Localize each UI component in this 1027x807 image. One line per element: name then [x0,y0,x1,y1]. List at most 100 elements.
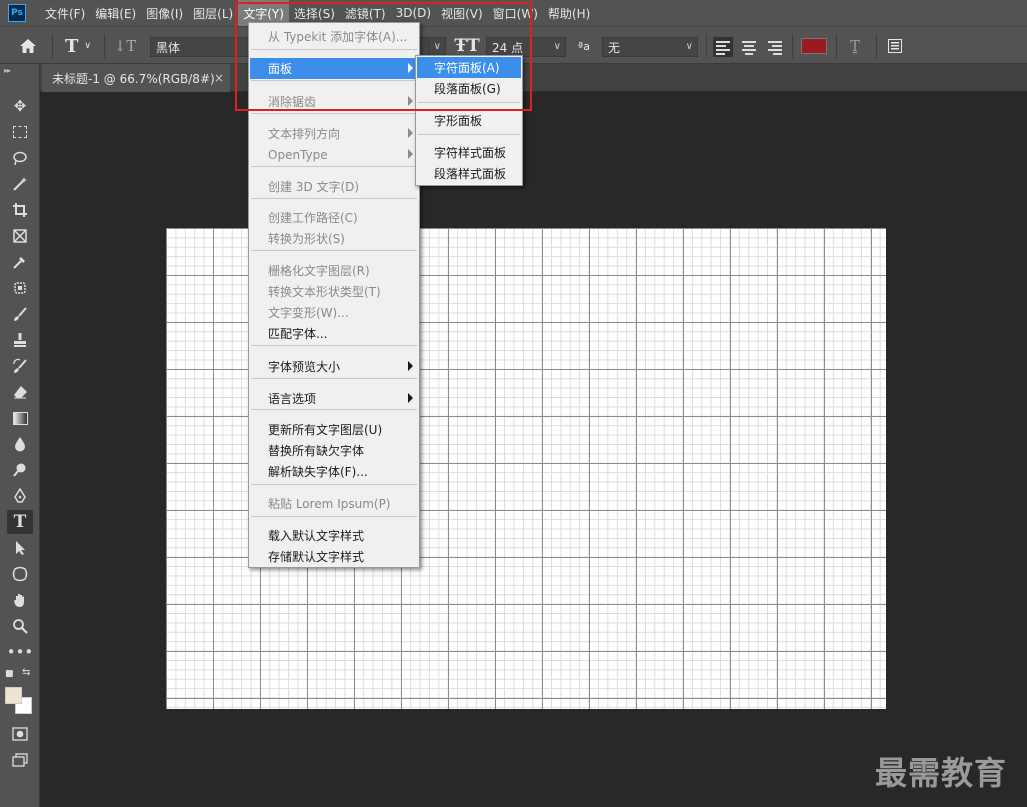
photoshop-logo-icon: Ps [8,4,26,22]
menu-item-label: 转换为形状(S) [268,232,345,246]
menu-separator [251,113,417,114]
submenu-item-glyphs-panel[interactable]: 字形面板 [417,110,521,131]
quick-mask-icon[interactable] [7,722,33,746]
default-colors-icon[interactable]: ■ [5,669,14,679]
menu-separator [251,516,417,517]
document-tab[interactable]: 未标题-1 @ 66.7%(RGB/8#) × [42,64,230,92]
warp-text-button[interactable]: Ṯ [842,27,868,65]
type-menu-item-panels[interactable]: 面板 [250,58,418,79]
clone-stamp-tool-icon[interactable] [7,328,33,352]
menu-separator [251,250,417,251]
menu-image[interactable]: 图像(I) [141,0,188,26]
menu-item-label: 创建 3D 文字(D) [268,180,360,194]
menu-separator [251,378,417,379]
toggle-text-orientation-button[interactable]: ↓T [110,27,140,65]
submenu-item-paragraph-styles-panel[interactable]: 段落样式面板 [417,163,521,184]
menu-item-label: 消除锯齿 [268,95,317,109]
type-menu-item-create-3d-text[interactable]: 创建 3D 文字(D) [250,176,418,197]
lasso-tool-icon[interactable] [7,146,33,170]
pen-tool-icon[interactable] [7,484,33,508]
type-menu-item-font-preview-size[interactable]: 字体预览大小 [250,356,418,377]
menu-layer[interactable]: 图层(L) [188,0,238,26]
align-right-button[interactable] [765,37,785,57]
text-orientation-icon: ↓T [113,37,137,55]
type-menu-item-anti-alias[interactable]: 消除锯齿 [250,91,418,112]
healing-brush-tool-icon[interactable] [7,276,33,300]
history-brush-tool-icon[interactable] [7,354,33,378]
type-menu-item-convert-to-shape[interactable]: 转换为形状(S) [250,228,418,249]
close-icon[interactable]: × [214,71,224,85]
menu-item-label: 转换文本形状类型(T) [268,285,381,299]
eraser-tool-icon[interactable] [7,380,33,404]
crop-tool-icon[interactable] [7,198,33,222]
menu-item-label: 解析缺失字体(F)... [268,465,368,479]
type-menu-item-warp-text[interactable]: 文字变形(W)... [250,302,418,323]
zoom-tool-icon[interactable] [7,614,33,638]
type-menu-item-match-font[interactable]: 匹配字体... [250,323,418,344]
align-center-button[interactable] [739,37,759,57]
type-tool-icon[interactable]: T [7,510,33,534]
menu-view[interactable]: 视图(V) [436,0,488,26]
submenu-arrow-icon [408,128,413,138]
menu-item-label: 粘贴 Lorem Ipsum(P) [268,497,391,511]
submenu-item-character-panel[interactable]: 字符面板(A) [417,57,521,78]
align-left-button[interactable] [713,37,733,57]
more-tools-icon[interactable]: ••• [7,640,34,664]
move-tool-icon[interactable]: ✥ [7,94,33,118]
foreground-color-swatch[interactable] [5,687,22,704]
type-menu-item-load-default-type-styles[interactable]: 载入默认文字样式 [250,525,418,546]
magic-wand-tool-icon[interactable] [7,172,33,196]
submenu-arrow-icon [408,63,413,73]
menu-item-label: 文本排列方向 [268,127,341,141]
menu-file[interactable]: 文件(F) [40,0,90,26]
toggle-character-panel-button[interactable] [882,27,908,65]
gradient-tool-icon[interactable] [7,406,33,430]
type-menu-item-opentype[interactable]: OpenType [250,144,418,165]
submenu-arrow-icon [408,149,413,159]
brush-tool-icon[interactable] [7,302,33,326]
anti-alias-select[interactable]: 无 ∨ [602,37,698,57]
menu-item-label: 字体预览大小 [268,360,341,374]
menu-item-label: 匹配字体... [268,327,328,341]
menu-window[interactable]: 窗口(W) [488,0,543,26]
collapse-arrows-icon[interactable]: ▸▸ [4,66,11,75]
type-menu-item-rasterize-type-layer[interactable]: 栅格化文字图层(R) [250,260,418,281]
type-menu-item-replace-missing-fonts[interactable]: 替换所有缺欠字体 [250,440,418,461]
dodge-tool-icon[interactable] [7,458,33,482]
anti-alias-icon: ªa [578,39,590,53]
menu-help[interactable]: 帮助(H) [543,0,595,26]
chevron-down-icon: ∨ [433,41,441,52]
path-selection-tool-icon[interactable] [7,536,33,560]
hand-tool-icon[interactable] [7,588,33,612]
text-color-swatch[interactable] [800,27,828,65]
tool-preset-picker[interactable]: T ∨ [58,27,98,65]
type-menu-item-add-typekit-fonts[interactable]: 从 Typekit 添加字体(A)... [250,26,418,47]
menu-edit[interactable]: 编辑(E) [90,0,141,26]
submenu-item-paragraph-panel[interactable]: 段落面板(G) [417,78,521,99]
blur-tool-icon[interactable] [7,432,33,456]
type-menu-item-convert-text-shape-type[interactable]: 转换文本形状类型(T) [250,281,418,302]
type-menu-item-save-default-type-styles[interactable]: 存储默认文字样式 [250,546,418,567]
type-menu-item-resolve-missing-fonts[interactable]: 解析缺失字体(F)... [250,461,418,482]
home-button[interactable] [10,27,46,65]
type-menu-item-create-work-path[interactable]: 创建工作路径(C) [250,207,418,228]
eyedropper-tool-icon[interactable] [7,250,33,274]
type-menu-item-update-all-text-layers[interactable]: 更新所有文字图层(U) [250,419,418,440]
screen-mode-icon[interactable] [7,748,33,772]
submenu-item-character-styles-panel[interactable]: 字符样式面板 [417,142,521,163]
font-size-select[interactable]: 24 点 ∨ [486,37,566,57]
menu-separator [418,134,520,135]
type-menu-item-paste-lorem-ipsum[interactable]: 粘贴 Lorem Ipsum(P) [250,493,418,514]
type-menu-item-text-orientation[interactable]: 文本排列方向 [250,123,418,144]
menu-item-label: OpenType [268,147,328,162]
menu-separator [251,409,417,410]
font-family-dropdown-button[interactable]: ∨ [428,37,446,57]
chevron-down-icon: ∨ [685,41,693,52]
custom-shape-tool-icon[interactable] [7,562,33,586]
tools-panel: ▸▸ ✥ T ••• ■ ⇆ [0,64,40,807]
marquee-tool-icon[interactable] [7,120,33,144]
type-menu-item-language-options[interactable]: 语言选项 [250,388,418,409]
menu-separator [251,49,417,50]
frame-tool-icon[interactable] [7,224,33,248]
swap-colors-icon[interactable]: ⇆ [22,667,30,678]
